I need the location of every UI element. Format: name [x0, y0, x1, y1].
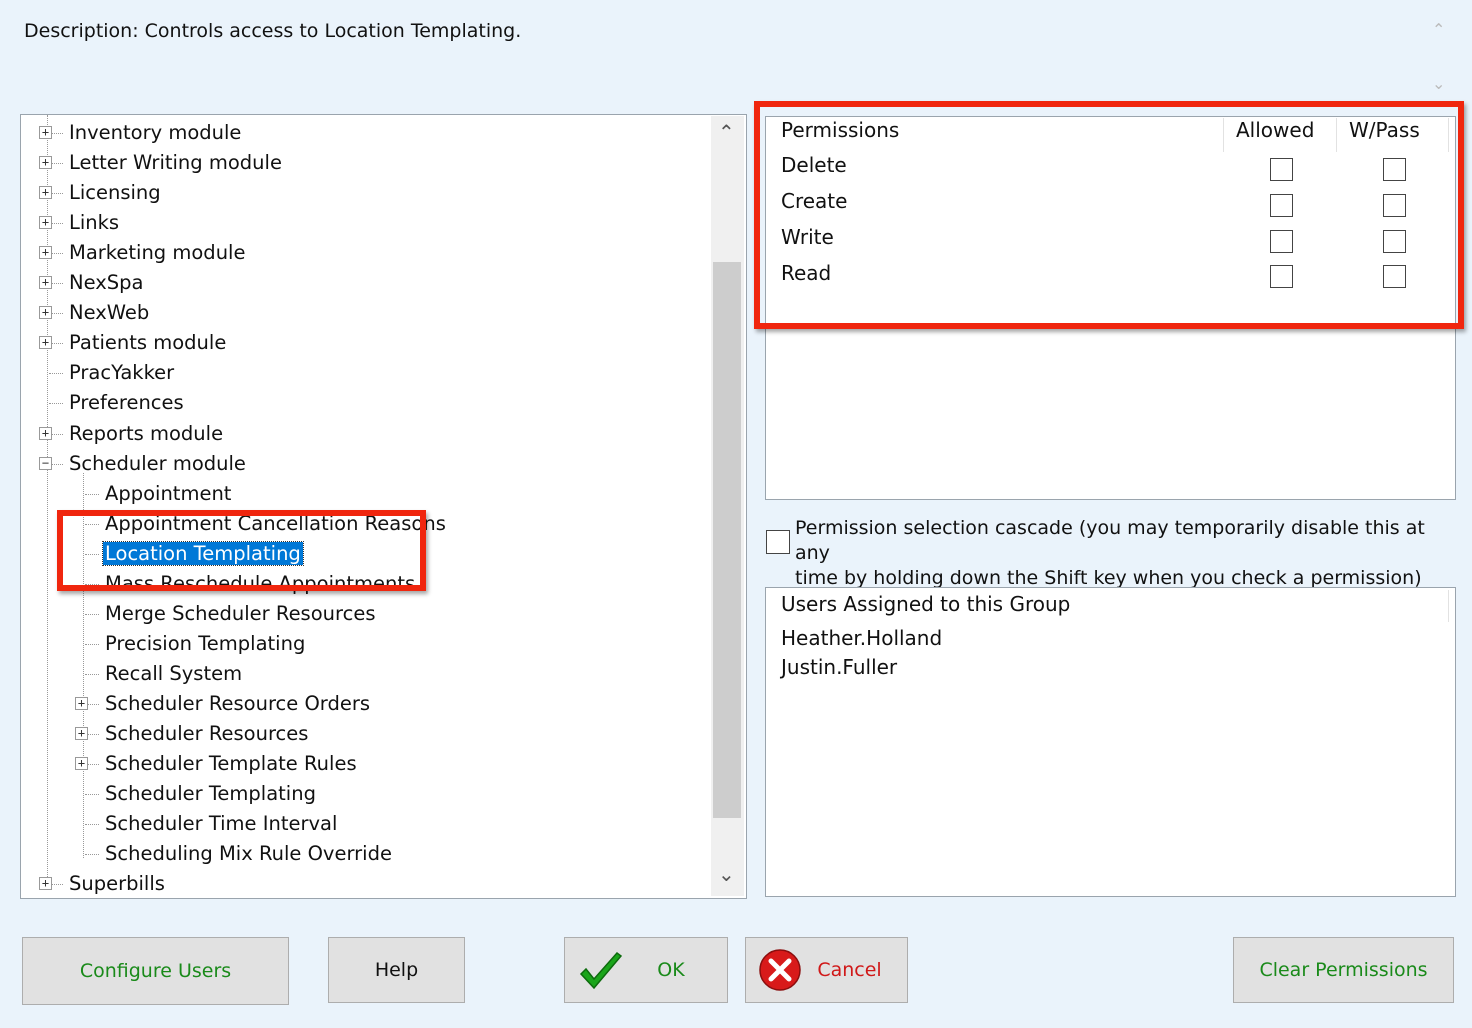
configure-users-button[interactable]: Configure Users [22, 937, 289, 1005]
tree-item[interactable]: + Reports module [39, 419, 225, 449]
tree-item-label: Preferences [69, 391, 184, 415]
tree-item[interactable]: + Inventory module [39, 118, 243, 148]
cascade-label[interactable]: Permission selection cascade (you may te… [795, 516, 1445, 591]
user-item[interactable]: Justin.Fuller [781, 655, 897, 679]
tree-item-label: Scheduler Time Interval [105, 812, 338, 836]
tree-item[interactable]: Scheduling Mix Rule Override [103, 839, 394, 869]
users-header: Users Assigned to this Group [781, 592, 1071, 616]
tree-item[interactable]: Appointment [103, 479, 233, 509]
tree-connector [85, 824, 99, 826]
cancel-button[interactable]: Cancel [745, 937, 908, 1003]
chevron-down-icon[interactable]: ⌄ [1432, 74, 1445, 93]
chevron-up-icon[interactable]: ⌃ [1432, 20, 1445, 39]
expand-icon[interactable]: + [39, 426, 52, 440]
tree-connector [49, 403, 63, 405]
tree-item-label: PracYakker [69, 361, 175, 385]
tree-item-label: Scheduler Template Rules [105, 752, 357, 776]
tree-item-label: Scheduler module [69, 451, 246, 475]
tree-item-label: NexWeb [69, 301, 150, 325]
selection-highlight [57, 510, 426, 591]
expand-icon[interactable]: + [75, 757, 88, 771]
tree-item[interactable]: Scheduler Templating [103, 779, 318, 809]
tree-item[interactable]: + Licensing [39, 178, 163, 208]
description-text: Description: Controls access to Location… [24, 20, 522, 42]
expand-icon[interactable]: + [39, 216, 52, 230]
tree-item[interactable]: + Scheduler Resources [75, 719, 310, 749]
expand-icon[interactable]: + [39, 156, 52, 170]
ok-button[interactable]: OK [564, 937, 728, 1003]
scroll-down-icon[interactable]: ⌄ [718, 862, 735, 886]
expand-icon[interactable]: + [39, 126, 52, 139]
tree-item-label: Superbills [69, 872, 165, 896]
tree-item-label: Scheduler Resource Orders [105, 691, 371, 715]
tree-item-label: Letter Writing module [69, 151, 282, 175]
tree-connector [85, 643, 99, 645]
tree-item-label: Links [69, 211, 120, 235]
tree-item-label: Appointment [105, 481, 232, 505]
tree-item[interactable]: + Marketing module [39, 238, 247, 268]
cancel-x-icon [759, 949, 801, 991]
tree-item[interactable]: + NexSpa [39, 268, 146, 298]
tree-item[interactable]: Precision Templating [103, 629, 307, 659]
expand-icon[interactable]: + [39, 246, 52, 260]
tree-connector [85, 854, 99, 856]
tree-item[interactable]: + Letter Writing module [39, 148, 284, 178]
permissions-tree[interactable]: + Inventory module + Letter Writing module +… [20, 114, 747, 899]
description-scrollbar[interactable]: ⌃ ⌄ [1428, 18, 1454, 100]
cascade-checkbox[interactable] [766, 530, 790, 554]
tree-item[interactable]: + Patients module [39, 328, 228, 358]
tree-item[interactable]: + Scheduler Template Rules [75, 749, 359, 779]
tree-connector [85, 794, 99, 796]
scroll-up-icon[interactable]: ⌃ [718, 120, 735, 144]
tree-item-label: Scheduler Resources [105, 722, 309, 745]
help-button[interactable]: Help [328, 937, 465, 1003]
clear-permissions-button[interactable]: Clear Permissions [1233, 937, 1454, 1003]
tree-connector [49, 373, 63, 375]
tree-connector [85, 493, 99, 495]
tree-item-label: Scheduling Mix Rule Override [105, 842, 392, 866]
user-item[interactable]: Heather.Holland [781, 626, 942, 650]
tree-item[interactable]: PracYakker [67, 358, 176, 388]
tree-item-label: Reports module [69, 421, 224, 445]
tree-item-label: Precision Templating [105, 631, 306, 655]
tree-item[interactable]: + Superbills [39, 869, 167, 898]
tree-item[interactable]: − Scheduler module [39, 449, 248, 479]
checkmark-icon [579, 951, 623, 990]
tree-item-label: Marketing module [69, 241, 246, 265]
tree-item[interactable]: Recall System [103, 659, 244, 689]
tree-item-label: Patients module [69, 331, 227, 355]
tree-connector [85, 613, 99, 615]
tree-item-label: Licensing [69, 181, 161, 205]
expand-icon[interactable]: + [75, 727, 88, 740]
expand-icon[interactable]: + [39, 276, 52, 290]
tree-item[interactable]: Merge Scheduler Resources [103, 599, 377, 629]
permissions-highlight [754, 101, 1464, 329]
tree-item[interactable]: Scheduler Time Interval [103, 809, 339, 839]
tree-item-label: Scheduler Templating [105, 782, 316, 806]
expand-icon[interactable]: + [39, 186, 52, 200]
expand-icon[interactable]: + [39, 306, 52, 320]
tree-connector [85, 673, 99, 675]
tree-item-label: NexSpa [69, 271, 144, 295]
tree-item[interactable]: Preferences [67, 388, 186, 418]
tree-item[interactable]: + NexWeb [39, 298, 151, 328]
expand-icon[interactable]: + [39, 336, 52, 350]
collapse-icon[interactable]: − [39, 456, 52, 470]
tree-item-label: Merge Scheduler Resources [105, 601, 376, 625]
expand-icon[interactable]: + [75, 696, 88, 710]
tree-item[interactable]: + Links [39, 208, 121, 238]
tree-item-label: Inventory module [69, 121, 242, 144]
tree-item-label: Recall System [105, 661, 243, 685]
tree-item[interactable]: + Scheduler Resource Orders [75, 689, 372, 719]
expand-icon[interactable]: + [39, 877, 52, 891]
tree-scroll-thumb[interactable] [713, 262, 741, 818]
